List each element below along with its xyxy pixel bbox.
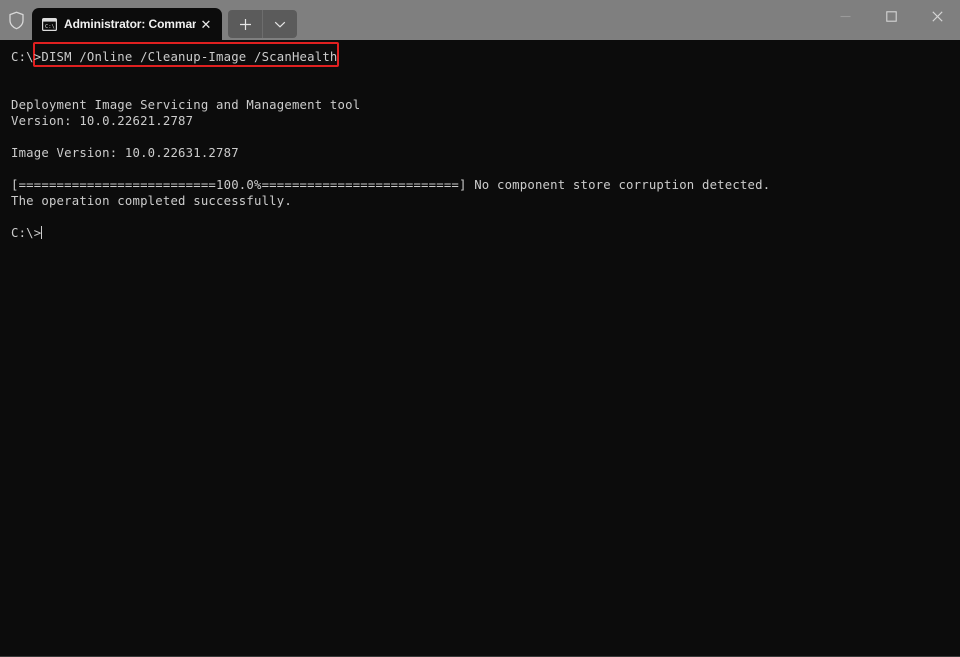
terminal-line-image-version: Image Version: 10.0.22631.2787 (11, 146, 239, 160)
terminal-line-result: The operation completed successfully. (11, 194, 292, 208)
chevron-down-icon (274, 21, 286, 28)
svg-text:C:\: C:\ (45, 24, 55, 30)
tab-title: Administrator: Command Pro (64, 17, 196, 31)
terminal-line-final-prompt: C:\> (11, 225, 960, 241)
terminal-window: C:\ Administrator: Command Pro ✕ (0, 0, 960, 657)
command-row: C:\>DISM /Online /Cleanup-Image /ScanHea… (11, 42, 960, 67)
tab-administrator-command-prompt[interactable]: C:\ Administrator: Command Pro ✕ (32, 8, 222, 40)
maximize-button[interactable] (868, 0, 914, 32)
command-prompt-icon: C:\ (41, 16, 57, 32)
tab-actions (228, 8, 297, 40)
terminal-line-prompt-command: C:\>DISM /Online /Cleanup-Image /ScanHea… (11, 50, 338, 64)
titlebar-drag-region[interactable] (297, 0, 822, 40)
terminal-line-progress-bar: [==========================100.0%=======… (11, 178, 771, 192)
terminal-line-tool-version: Version: 10.0.22621.2787 (11, 114, 194, 128)
terminal-line-tool-name: Deployment Image Servicing and Managemen… (11, 98, 361, 112)
tab-dropdown-button[interactable] (262, 10, 297, 38)
tab-close-button[interactable]: ✕ (196, 14, 216, 34)
close-icon (931, 10, 943, 22)
title-bar[interactable]: C:\ Administrator: Command Pro ✕ (0, 0, 960, 40)
new-tab-button[interactable] (228, 10, 262, 38)
minimize-button[interactable] (822, 0, 868, 32)
final-prompt-text: C:\> (11, 226, 42, 240)
shield-icon (0, 0, 32, 40)
plus-icon (239, 18, 251, 30)
tab-strip: C:\ Administrator: Command Pro ✕ (32, 0, 297, 40)
close-button[interactable] (914, 0, 960, 32)
maximize-icon (885, 10, 897, 22)
minimize-icon (840, 15, 850, 17)
terminal-output-area[interactable]: C:\>DISM /Online /Cleanup-Image /ScanHea… (0, 40, 960, 656)
window-controls (822, 0, 960, 40)
text-cursor (41, 226, 43, 239)
